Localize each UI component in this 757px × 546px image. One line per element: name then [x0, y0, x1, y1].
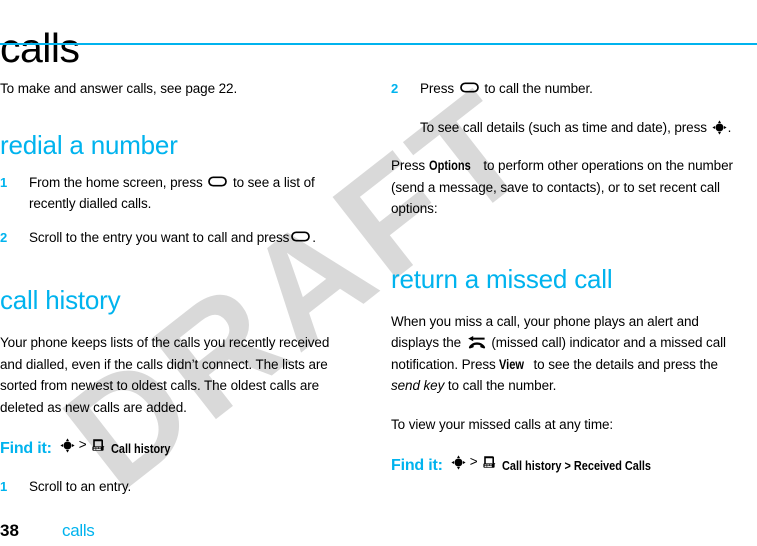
find-it-call-history: Find it: > Call history — [0, 435, 352, 459]
call-history-paragraph: Your phone keeps lists of the calls you … — [0, 335, 330, 415]
send-key-icon — [291, 230, 311, 242]
heading-redial-a-number: redial a number — [0, 129, 178, 160]
step-text-after: . — [312, 229, 316, 245]
heading-call-history: call history — [0, 285, 121, 315]
step-number: 1 — [0, 174, 8, 190]
options-ui-label: Options — [428, 158, 471, 173]
page-title: calls — [0, 25, 80, 72]
nav-key-icon — [60, 437, 75, 453]
missed-call-icon — [467, 336, 485, 349]
step-number: 2 — [391, 81, 399, 96]
view-ui-label: View — [499, 356, 525, 372]
step-text: Scroll to the entry you want to call and… — [29, 227, 352, 249]
options-paragraph-before: Press — [391, 158, 426, 173]
nav-key-icon — [451, 454, 466, 470]
step-item: 2 Press to call the number. — [391, 78, 743, 100]
step-text: From the home screen, press to see a lis… — [29, 172, 352, 215]
find-it-label: Find it: — [0, 439, 52, 457]
step-text-after: to call the number. — [484, 81, 593, 96]
step-text-before: Scroll to the entry you want to call and… — [29, 229, 290, 245]
find-it-path-icons: > — [450, 452, 500, 472]
send-key-icon — [459, 82, 479, 93]
step-text: Scroll to an entry. — [29, 478, 132, 494]
substep-text-after: . — [727, 119, 732, 135]
view-missed-calls-intro: To view your missed calls at any time: — [391, 416, 614, 432]
step-number: 1 — [0, 478, 8, 494]
find-it-path: Call history — [110, 440, 171, 456]
step-text-before: Press — [420, 81, 455, 96]
step-text: Press to call the number. — [420, 78, 743, 100]
intro-paragraph: To make and answer calls, see page 22. — [0, 81, 238, 96]
nav-key-icon — [711, 119, 727, 135]
options-paragraph: Press Options to perform other operation… — [391, 155, 743, 220]
step-text-before: From the home screen, press — [29, 174, 203, 190]
page-number: 38 — [0, 521, 19, 540]
find-it-received-calls: Find it: > Call history > Received Calls — [391, 452, 743, 476]
substep-text-before: To see call details (such as time and da… — [420, 119, 707, 135]
find-it-separator: > — [469, 454, 478, 469]
step-item: 1 Scroll to an entry. — [0, 476, 352, 498]
step-number: 2 — [0, 229, 8, 245]
call-history-icon — [483, 456, 496, 468]
step-substep-text: To see call details (such as time and da… — [420, 117, 743, 139]
page-footer: 38 calls — [0, 521, 95, 541]
send-key-icon — [208, 175, 228, 187]
footer-chapter-name: calls — [62, 521, 95, 540]
send-key-italic: send key — [391, 378, 445, 393]
missed-call-text-part4: to call the number. — [447, 378, 557, 393]
find-it-separator: > — [78, 437, 87, 452]
find-it-label: Find it: — [391, 456, 443, 474]
missed-call-paragraph: When you miss a call, your phone plays a… — [391, 311, 743, 397]
find-it-path-icons: > — [59, 435, 109, 455]
left-column: To make and answer calls, see page 22. r… — [0, 78, 352, 497]
manual-page: calls To make and answer calls, see page… — [0, 0, 757, 546]
title-divider — [0, 43, 757, 45]
step-item: 2 Scroll to the entry you want to call a… — [0, 227, 352, 249]
missed-call-text-part3: to see the details and press the — [533, 356, 719, 372]
call-history-icon — [92, 439, 105, 451]
heading-return-a-missed-call: return a missed call — [391, 263, 613, 294]
find-it-path: Call history > Received Calls — [501, 457, 651, 473]
step-item: 1 From the home screen, press to see a l… — [0, 172, 352, 215]
right-column: 2 Press to call the number. To see call … — [391, 78, 743, 476]
